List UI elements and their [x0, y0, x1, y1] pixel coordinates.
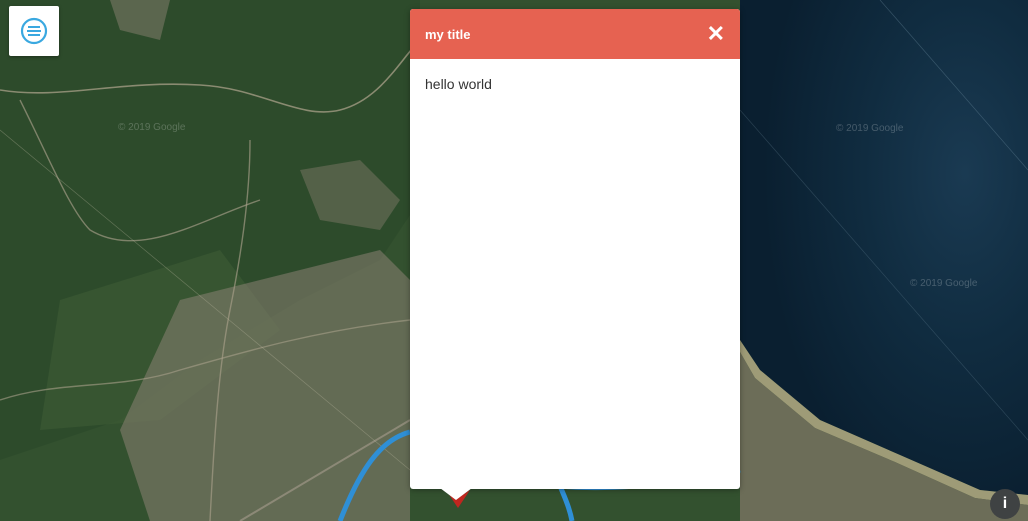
- menu-icon: [20, 17, 48, 45]
- info-popup: my title ✕ hello world: [410, 9, 740, 500]
- close-icon[interactable]: ✕: [707, 23, 725, 45]
- menu-button[interactable]: [9, 6, 59, 56]
- popup-header: my title ✕: [410, 9, 740, 59]
- popup-body: hello world: [425, 76, 492, 92]
- popup-tail: [440, 488, 472, 500]
- popup-title: my title: [425, 26, 471, 42]
- info-button[interactable]: i: [990, 489, 1020, 519]
- map-copyright: © 2019 Google: [118, 122, 186, 133]
- map-copyright: © 2019 Google: [836, 123, 904, 134]
- satellite-map[interactable]: © 2019 Google © 2019 Google © 2019 Googl…: [0, 0, 1028, 521]
- map-copyright: © 2019 Google: [910, 278, 978, 289]
